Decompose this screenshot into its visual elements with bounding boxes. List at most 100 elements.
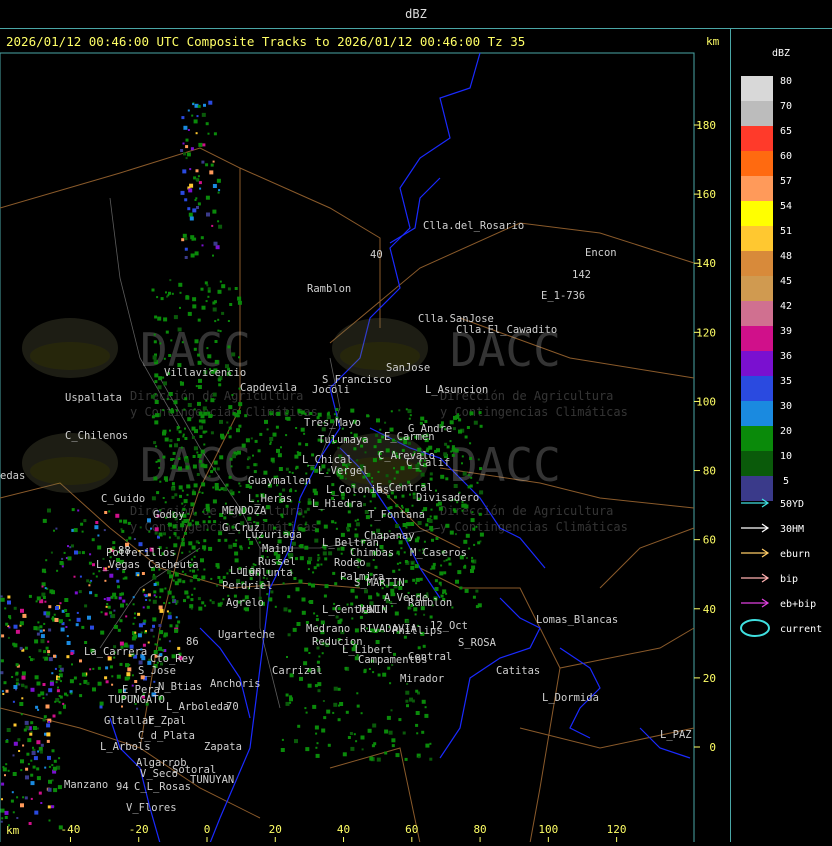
colorbar-swatch [741, 201, 773, 226]
echo-pixel [97, 545, 102, 550]
echo-pixel [150, 527, 152, 530]
echo-pixel [164, 437, 169, 442]
echo-pixel [137, 612, 141, 616]
echo-pixel [169, 444, 173, 448]
echo-pixel [172, 451, 176, 455]
echo-pixel [221, 284, 226, 289]
echo-pixel [403, 551, 406, 554]
echo-pixel [457, 570, 462, 575]
echo-pixel [467, 474, 470, 477]
echo-pixel [222, 575, 226, 579]
echo-pixel [223, 487, 228, 492]
echo-pixel [372, 458, 377, 463]
echo-pixel [174, 493, 178, 497]
echo-pixel [395, 524, 400, 528]
echo-pixel [212, 307, 217, 312]
echo-pixel [44, 600, 47, 603]
echo-pixel [89, 581, 92, 584]
echo-pixel [423, 540, 426, 543]
echo-pixel [454, 448, 459, 453]
echo-pixel [281, 738, 284, 741]
echo-pixel [391, 605, 394, 608]
echo-pixel [66, 655, 70, 659]
echo-pixel [111, 675, 114, 678]
echo-pixel [221, 311, 225, 315]
echo-pixel [71, 663, 73, 666]
radar-map[interactable]: DACCDirección de Agriculturay Contingenc… [0, 28, 730, 842]
echo-pixel [133, 634, 138, 639]
echo-pixel [154, 400, 159, 404]
echo-pixel [415, 582, 418, 585]
echo-pixel [125, 615, 128, 618]
echo-pixel [404, 757, 408, 761]
echo-pixel [192, 464, 197, 469]
dacc-brand-text: DACC [450, 438, 561, 492]
echo-pixel [238, 424, 242, 428]
echo-pixel [384, 729, 389, 734]
echo-pixel [21, 675, 26, 680]
echo-pixel [42, 697, 45, 700]
echo-pixel [70, 692, 73, 695]
echo-pixel [196, 473, 200, 476]
echo-pixel [163, 476, 168, 481]
echo-pixel [203, 103, 206, 107]
echo-pixel [90, 625, 94, 630]
echo-pixel [377, 439, 382, 443]
echo-pixel [99, 705, 103, 709]
echo-pixel [227, 345, 231, 349]
echo-pixel [202, 510, 205, 513]
echo-pixel [277, 453, 282, 458]
echo-pixel [205, 163, 209, 167]
echo-pixel [39, 750, 43, 754]
echo-pixel [476, 481, 479, 484]
echo-pixel [179, 381, 182, 384]
echo-pixel [202, 520, 206, 524]
colorbar-label: 42 [780, 301, 792, 312]
echo-pixel [314, 725, 319, 730]
echo-pixel [288, 609, 292, 613]
echo-pixel [463, 539, 468, 544]
echo-pixel [45, 704, 50, 709]
echo-pixel [20, 803, 24, 808]
echo-pixel [313, 612, 316, 615]
echo-pixel [197, 578, 201, 582]
echo-pixel [20, 608, 24, 613]
echo-pixel [475, 525, 478, 528]
echo-pixel [192, 297, 197, 302]
echo-pixel [55, 527, 58, 530]
echo-pixel [10, 799, 14, 803]
echo-pixel [312, 571, 315, 574]
echo-pixel [433, 515, 438, 520]
place-name: L_Vergel [318, 465, 369, 477]
echo-pixel [119, 641, 124, 646]
echo-pixel [6, 728, 11, 732]
echo-pixel [30, 687, 35, 692]
echo-pixel [391, 738, 396, 743]
echo-pixel [276, 411, 281, 416]
place-name: TUNUYAN [190, 774, 234, 786]
echo-pixel [122, 599, 126, 603]
echo-pixel [165, 330, 169, 334]
echo-pixel [214, 486, 219, 491]
echo-pixel [7, 600, 11, 605]
echo-pixel [15, 671, 19, 675]
echo-pixel [75, 623, 79, 627]
echo-pixel [304, 545, 309, 550]
echo-pixel [451, 453, 455, 457]
echo-pixel [193, 555, 196, 558]
echo-pixel [89, 668, 92, 671]
echo-pixel [4, 774, 6, 777]
place-name: Potrerillos [106, 547, 176, 559]
echo-pixel [452, 508, 456, 512]
echo-pixel [19, 621, 24, 626]
echo-pixel [200, 454, 203, 456]
echo-pixel [166, 610, 169, 613]
echo-pixel [478, 512, 482, 516]
echo-pixel [305, 747, 310, 752]
echo-pixel [131, 674, 134, 677]
echo-pixel [34, 639, 39, 644]
echo-pixel [108, 510, 111, 513]
place-name: L_Dormida [542, 692, 599, 704]
echo-pixel [28, 656, 31, 658]
echo-pixel [7, 636, 10, 639]
